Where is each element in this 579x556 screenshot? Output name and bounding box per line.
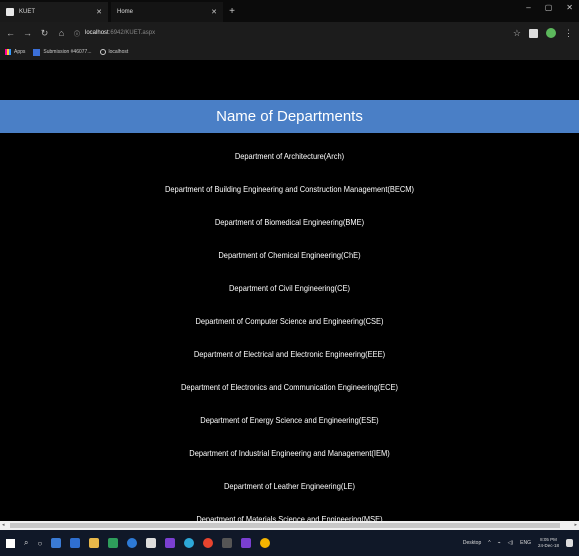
page-content: Name of Departments Department of Archit… — [0, 60, 579, 521]
task-view-icon[interactable] — [51, 538, 62, 548]
home-icon[interactable]: ⌂ — [57, 28, 66, 38]
opera-icon[interactable] — [203, 538, 214, 548]
maximize-button[interactable]: ▢ — [545, 3, 553, 12]
url-path: :6942/KUET.aspx — [108, 30, 156, 36]
bookmark-label: localhost — [108, 49, 129, 55]
app-icon[interactable] — [222, 538, 233, 548]
departments-header: Name of Departments — [0, 100, 579, 133]
profile-avatar-icon[interactable] — [546, 28, 556, 38]
department-item[interactable]: Department of Materials Science and Engi… — [35, 502, 545, 522]
page-title: Name of Departments — [216, 108, 363, 125]
tab-title: Home — [117, 9, 134, 15]
chevron-up-icon[interactable]: ^ — [488, 540, 490, 546]
reload-icon[interactable]: ↻ — [40, 28, 49, 39]
address-bar: ← → ↻ ⌂ ⓘ localhost:6942/KUET.aspx ☆ ⋮ — [0, 22, 579, 44]
department-item[interactable]: Department of Architecture(Arch) — [35, 139, 545, 172]
bookmark-label: Submission #46077... — [43, 49, 92, 55]
store-icon[interactable] — [146, 538, 157, 548]
url-host: localhost — [85, 30, 109, 36]
visual-studio-icon[interactable] — [165, 538, 176, 548]
cortana-icon[interactable]: ○ — [37, 539, 42, 548]
edge-browser-icon[interactable] — [127, 538, 138, 548]
scroll-right-arrow-icon[interactable]: ▸ — [574, 522, 577, 528]
department-item[interactable]: Department of Chemical Engineering(ChE) — [35, 238, 545, 271]
system-tray: Desktop ^ ⌁ ◁) ENG 8:05 PM 24-Dec-18 — [463, 537, 573, 549]
forward-arrow-icon[interactable]: → — [23, 28, 32, 38]
app-icon[interactable] — [184, 538, 195, 548]
bookmark-localhost[interactable]: localhost — [99, 49, 129, 55]
volume-icon[interactable]: ◁) — [508, 540, 514, 546]
submission-icon — [33, 48, 41, 56]
chrome-icon[interactable] — [260, 538, 271, 548]
tab-close-icon[interactable]: ✕ — [211, 8, 217, 16]
windows-start-icon[interactable] — [6, 538, 15, 548]
info-icon[interactable]: ⓘ — [74, 29, 80, 38]
minimize-button[interactable]: – — [526, 3, 530, 12]
bookmark-submission[interactable]: Submission #46077... — [33, 48, 92, 56]
department-item[interactable]: Department of Leather Engineering(LE) — [35, 469, 545, 502]
window-controls: – ▢ ✕ — [526, 3, 573, 12]
menu-dots-icon[interactable]: ⋮ — [564, 28, 573, 39]
department-item[interactable]: Department of Industrial Engineering and… — [35, 436, 545, 469]
clock-date: 24-Dec-18 — [537, 543, 559, 548]
app-icon[interactable] — [70, 538, 81, 548]
extension-icon[interactable] — [529, 28, 538, 38]
search-icon[interactable]: ⌕ — [24, 538, 28, 548]
language-indicator[interactable]: ENG — [520, 540, 531, 546]
scroll-left-arrow-icon[interactable]: ◂ — [2, 522, 5, 528]
scrollbar-thumb[interactable] — [10, 523, 560, 528]
department-item[interactable]: Department of Civil Engineering(CE) — [35, 271, 545, 304]
department-item[interactable]: Department of Electrical and Electronic … — [35, 337, 545, 370]
tab-kuet[interactable]: KUET ✕ — [0, 2, 108, 22]
network-icon[interactable]: ⌁ — [498, 540, 501, 546]
page-favicon-icon — [6, 8, 14, 16]
tab-title: KUET — [19, 9, 36, 15]
department-item[interactable]: Department of Electronics and Communicat… — [35, 370, 545, 403]
url-input[interactable]: ⓘ localhost:6942/KUET.aspx — [74, 25, 505, 41]
tab-close-icon[interactable]: ✕ — [96, 8, 102, 16]
notifications-icon[interactable] — [566, 539, 573, 547]
visual-studio-icon[interactable] — [241, 538, 252, 548]
bookmark-label: Apps — [14, 49, 26, 55]
file-explorer-icon[interactable] — [89, 538, 100, 548]
bookmarks-bar: Apps Submission #46077... localhost — [0, 44, 579, 60]
horizontal-scrollbar[interactable]: ◂ ▸ — [0, 521, 579, 530]
back-arrow-icon[interactable]: ← — [6, 28, 15, 38]
globe-icon — [99, 49, 106, 55]
clock[interactable]: 8:05 PM 24-Dec-18 — [538, 537, 559, 549]
new-tab-button[interactable]: + — [223, 6, 241, 17]
tab-home[interactable]: Home ✕ — [0, 2, 579, 521]
department-item[interactable]: Department of Biomedical Engineering(BME… — [35, 205, 545, 238]
tab-strip: KUET ✕ Home ✕ + – ▢ ✕ — [0, 0, 579, 521]
department-item[interactable]: Department of Energy Science and Enginee… — [35, 403, 545, 436]
close-window-button[interactable]: ✕ — [566, 3, 573, 12]
desktop-toolbar-label[interactable]: Desktop — [463, 540, 481, 546]
bookmark-star-icon[interactable]: ☆ — [513, 28, 521, 39]
spreadsheet-app-icon[interactable] — [108, 538, 119, 548]
department-list: Department of Architecture(Arch) Departm… — [0, 139, 579, 522]
department-item[interactable]: Department of Computer Science and Engin… — [35, 304, 545, 337]
department-item[interactable]: Department of Building Engineering and C… — [35, 172, 545, 205]
bookmark-apps[interactable]: Apps — [5, 49, 25, 55]
taskbar: ⌕ ○ Desktop ^ ⌁ ◁) ENG 8:05 PM 24-Dec-18 — [0, 530, 579, 556]
apps-grid-icon — [5, 49, 11, 55]
